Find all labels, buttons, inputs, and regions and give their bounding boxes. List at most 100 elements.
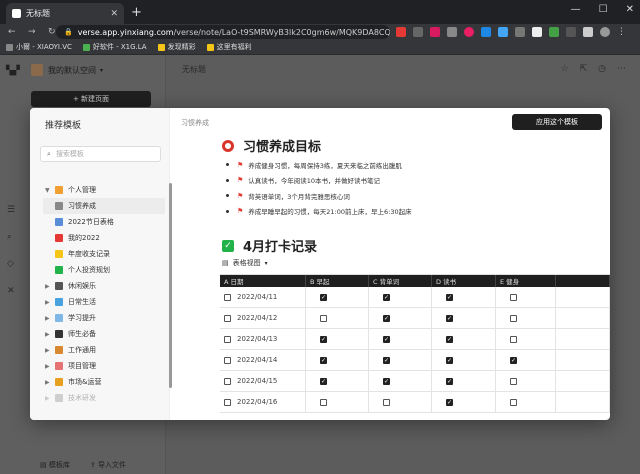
date-cell[interactable]: 2022/04/15 xyxy=(220,371,306,391)
checkbox[interactable]: ✓ xyxy=(320,335,327,343)
view-switcher[interactable]: ▤ 表格视图 ▾ xyxy=(222,258,268,268)
column-header[interactable]: B 早起 xyxy=(306,275,369,287)
expand-arrow-icon[interactable]: ▶ xyxy=(45,299,55,306)
new-tab-icon[interactable]: + xyxy=(131,5,142,20)
minimize-icon[interactable]: — xyxy=(571,4,581,15)
checkbox[interactable]: ✓ xyxy=(320,377,327,385)
extension-icon[interactable] xyxy=(396,27,406,37)
extension-icon[interactable] xyxy=(498,27,508,37)
checkbox[interactable] xyxy=(320,398,327,406)
checkbox[interactable]: ✓ xyxy=(510,356,517,364)
forward-icon[interactable]: → xyxy=(28,27,40,37)
url-field[interactable]: 🔒 verse.app.yinxiang.com /verse/note/LaO… xyxy=(56,25,390,39)
import-file-button[interactable]: ⇪ 导入文件 xyxy=(90,460,126,470)
checkbox[interactable]: ✓ xyxy=(446,335,453,343)
template-item[interactable]: 个人投资规划 xyxy=(45,262,165,278)
bookmark-item[interactable]: 好软件 - X1G.LA xyxy=(82,42,147,52)
bookmark-item[interactable]: 小爾 - XIAOYI.VC xyxy=(6,42,72,52)
extension-icon[interactable] xyxy=(549,27,559,37)
extension-icon[interactable] xyxy=(430,27,440,37)
date-cell[interactable]: 2022/04/11 xyxy=(220,287,306,307)
template-category[interactable]: ▶ 项目管理 xyxy=(45,358,165,374)
checkbox[interactable]: ✓ xyxy=(383,293,390,301)
date-cell[interactable]: 2022/04/12 xyxy=(220,308,306,328)
bookmark-item[interactable]: 发现精彩 xyxy=(157,42,196,52)
extension-icon[interactable] xyxy=(515,27,525,37)
browser-tab[interactable]: 无标题 ✕ xyxy=(6,3,124,24)
checkbox[interactable] xyxy=(510,314,517,322)
collapse-arrow-icon[interactable]: ▼ xyxy=(45,187,55,194)
checkbox[interactable]: ✓ xyxy=(446,377,453,385)
checkbox[interactable]: ✓ xyxy=(320,293,327,301)
more-icon[interactable]: ⋯ xyxy=(617,64,626,74)
column-header[interactable]: E 健身 xyxy=(496,275,556,287)
template-category[interactable]: ▶ 日常生活 xyxy=(45,294,165,310)
expand-arrow-icon[interactable]: ▶ xyxy=(45,331,55,338)
expand-arrow-icon[interactable]: ▶ xyxy=(45,363,55,370)
template-library-button[interactable]: ▤ 模板库 xyxy=(40,460,70,470)
template-category[interactable]: ▶ 休闲娱乐 xyxy=(45,278,165,294)
expand-arrow-icon[interactable]: ▶ xyxy=(45,283,55,290)
checkbox[interactable]: ✓ xyxy=(383,314,390,322)
checkbox[interactable]: ✓ xyxy=(320,356,327,364)
column-header[interactable]: D 读书 xyxy=(432,275,496,287)
column-header[interactable]: C 背单词 xyxy=(369,275,432,287)
back-icon[interactable]: ← xyxy=(8,27,20,37)
puzzle-icon[interactable] xyxy=(583,27,593,37)
column-header[interactable] xyxy=(556,275,610,287)
checkbox[interactable] xyxy=(510,398,517,406)
checkbox[interactable]: ✓ xyxy=(446,293,453,301)
extension-icon[interactable] xyxy=(447,27,457,37)
history-icon[interactable]: ◷ xyxy=(598,64,606,74)
date-cell[interactable]: 2022/04/14 xyxy=(220,350,306,370)
template-item[interactable]: 2022节日表格 xyxy=(45,214,165,230)
bookmark-item[interactable]: 这里有福利 xyxy=(206,42,252,52)
extension-icon[interactable] xyxy=(532,27,542,37)
checkbox[interactable]: ✓ xyxy=(446,314,453,322)
template-category[interactable]: ▼ 个人管理 xyxy=(45,182,165,198)
checkbox[interactable] xyxy=(320,314,327,322)
apply-template-button[interactable]: 应用这个模板 xyxy=(512,114,602,130)
template-category[interactable]: ▶ 学习提升 xyxy=(45,310,165,326)
expand-arrow-icon[interactable]: ▶ xyxy=(45,395,55,402)
checkbox[interactable] xyxy=(510,293,517,301)
extension-icon[interactable] xyxy=(566,27,576,37)
checkbox[interactable]: ✓ xyxy=(446,356,453,364)
workspace-switcher[interactable]: 我的默认空间 ▾ xyxy=(31,64,103,76)
template-category[interactable]: ▶ 技术研发 xyxy=(45,390,165,406)
search-icon[interactable]: ⌕ xyxy=(7,232,15,242)
template-item[interactable]: 年度收支记录 xyxy=(45,246,165,262)
new-page-button[interactable]: + 新建页面 xyxy=(31,91,151,107)
extension-icon[interactable] xyxy=(413,27,423,37)
expand-arrow-icon[interactable]: ▶ xyxy=(45,347,55,354)
template-item[interactable]: 我的2022 xyxy=(45,230,165,246)
menu-icon[interactable]: ⋮ xyxy=(617,27,627,37)
checkbox[interactable] xyxy=(510,335,517,343)
checkbox[interactable]: ✓ xyxy=(383,356,390,364)
template-category[interactable]: ▶ 工作通用 xyxy=(45,342,165,358)
share-icon[interactable]: ⇱ xyxy=(580,64,588,74)
close-tab-icon[interactable]: ✕ xyxy=(110,9,118,19)
template-item[interactable]: 习惯养成 xyxy=(43,198,165,214)
template-category[interactable]: ▶ 市场&运营 xyxy=(45,374,165,390)
checkbox[interactable]: ✓ xyxy=(383,335,390,343)
checkbox[interactable] xyxy=(383,398,390,406)
checkbox[interactable]: ✓ xyxy=(446,398,453,406)
star-icon[interactable]: ☆ xyxy=(561,64,569,74)
column-header[interactable]: A 日期 xyxy=(220,275,306,287)
checkbox[interactable]: ✓ xyxy=(383,377,390,385)
maximize-icon[interactable]: ☐ xyxy=(599,4,608,15)
avatar[interactable] xyxy=(600,27,610,37)
extension-icon[interactable] xyxy=(481,27,491,37)
tools-icon[interactable]: ✕ xyxy=(7,286,15,296)
checkbox[interactable] xyxy=(510,377,517,385)
template-category[interactable]: ▶ 师生必备 xyxy=(45,326,165,342)
expand-arrow-icon[interactable]: ▶ xyxy=(45,315,55,322)
outline-icon[interactable]: ☰ xyxy=(7,205,15,215)
expand-arrow-icon[interactable]: ▶ xyxy=(45,379,55,386)
template-search-input[interactable]: ⌕ 搜索模板 xyxy=(40,146,161,162)
extension-icon[interactable] xyxy=(464,27,474,37)
date-cell[interactable]: 2022/04/13 xyxy=(220,329,306,349)
date-cell[interactable]: 2022/04/16 xyxy=(220,392,306,412)
tag-icon[interactable]: ◇ xyxy=(7,259,15,269)
